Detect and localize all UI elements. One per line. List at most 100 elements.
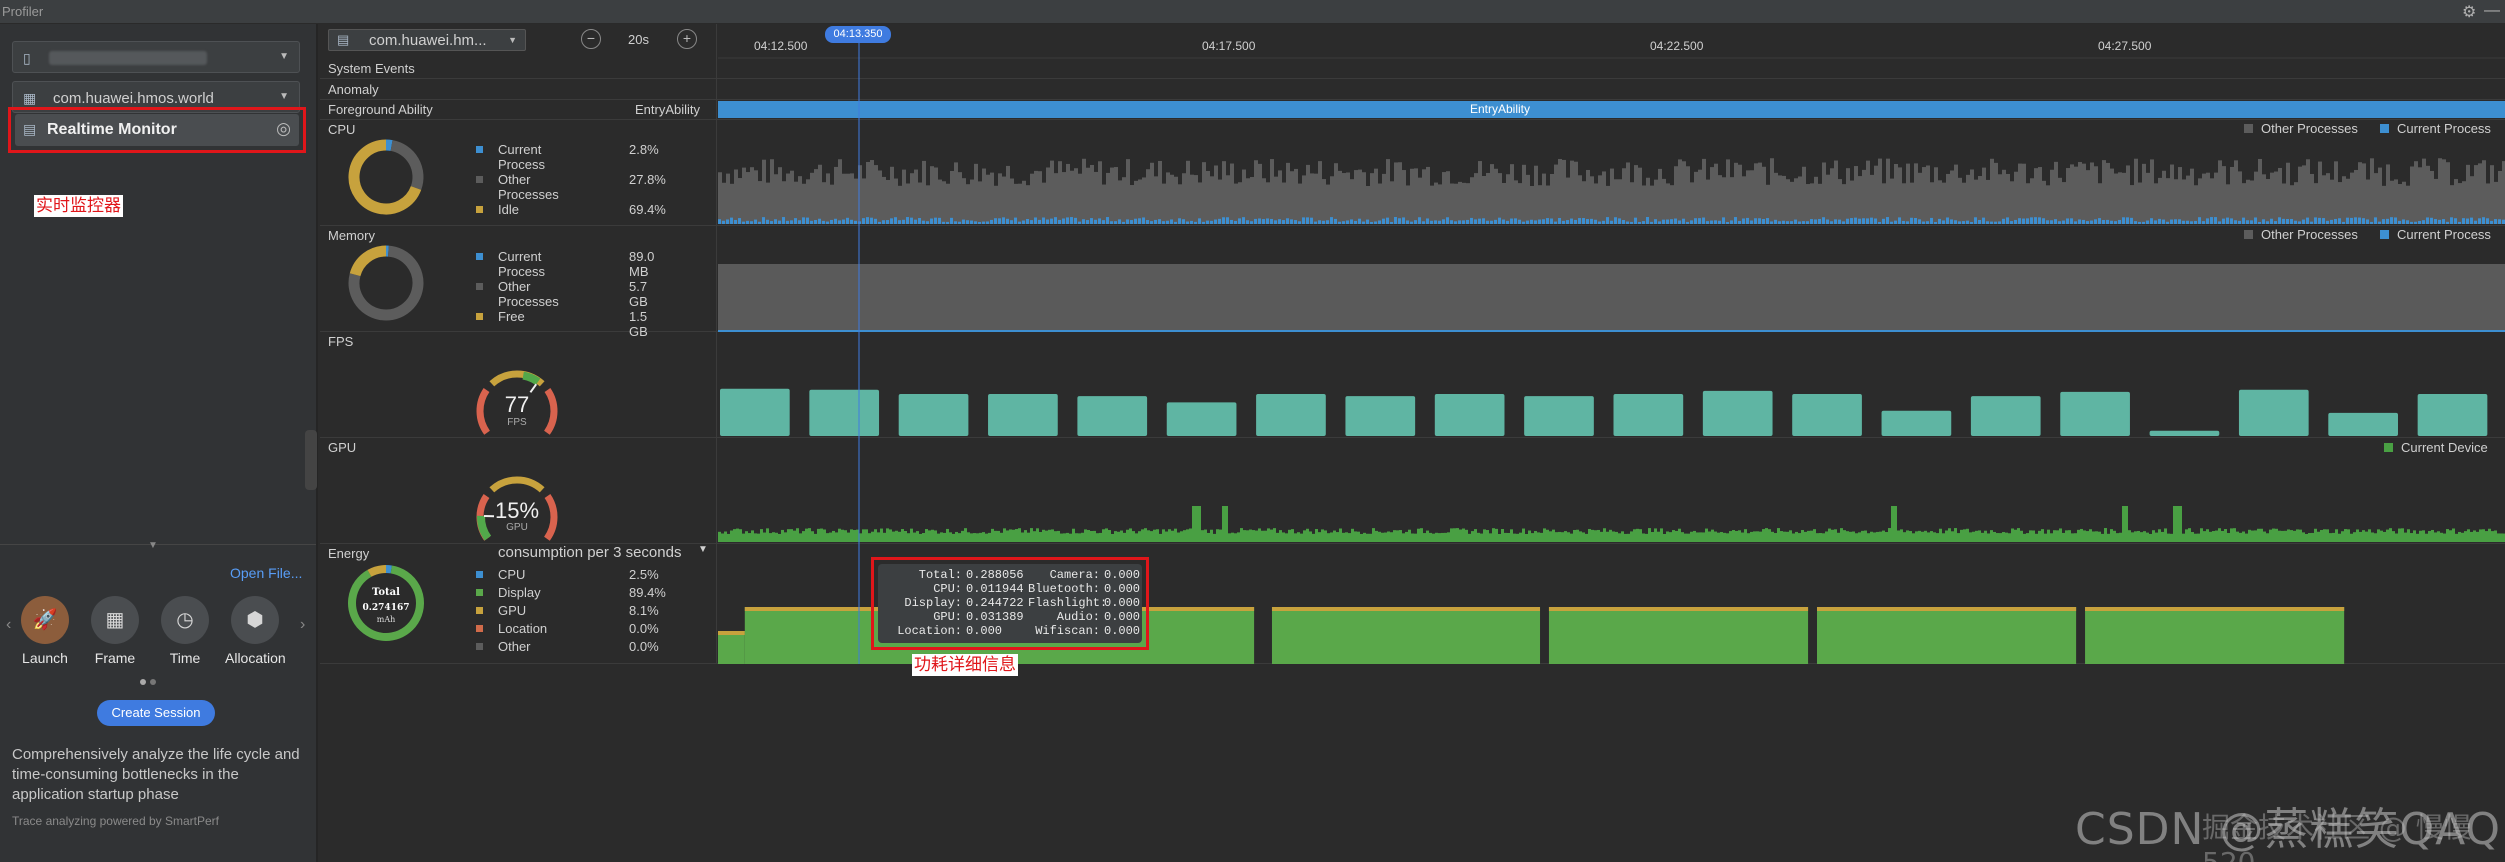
gpu-bar bbox=[1660, 528, 1663, 542]
cpu-bar bbox=[1190, 174, 1194, 224]
cpu-current-bar bbox=[2210, 217, 2213, 224]
cpu-current-bar bbox=[1550, 218, 1553, 224]
cpu-current-bar bbox=[1014, 217, 1017, 224]
cpu-current-bar bbox=[2078, 219, 2081, 224]
sidebar-resize-handle[interactable] bbox=[305, 430, 317, 490]
gpu-bar bbox=[1108, 530, 1111, 542]
cpu-current-bar bbox=[806, 217, 809, 224]
template-allocation[interactable]: ⬢ Allocation bbox=[225, 596, 286, 666]
template-time[interactable]: ◷ Time bbox=[155, 596, 215, 666]
gpu-bar bbox=[814, 533, 817, 542]
cpu-current-bar bbox=[1802, 221, 1805, 224]
cpu-bar bbox=[2310, 173, 2314, 224]
cpu-current-bar bbox=[2450, 217, 2453, 224]
gpu-bar bbox=[1942, 533, 1945, 542]
collapse-icon[interactable]: ▼ bbox=[148, 540, 158, 551]
cpu-current-bar bbox=[1790, 221, 1793, 224]
settings-icon[interactable]: ◎ bbox=[276, 119, 291, 139]
cpu-bar bbox=[1234, 183, 1238, 224]
cpu-current-bar bbox=[2010, 221, 2013, 224]
cpu-bar bbox=[1730, 177, 1734, 224]
gpu-bar bbox=[1285, 533, 1288, 542]
gpu-bar bbox=[1954, 528, 1957, 542]
gpu-bar bbox=[1426, 530, 1429, 542]
gpu-bar bbox=[1771, 531, 1774, 542]
cpu-current-bar bbox=[1362, 221, 1365, 224]
cpu-bar bbox=[2014, 171, 2018, 224]
template-frame[interactable]: ▦ Frame bbox=[85, 596, 145, 666]
cpu-current-bar bbox=[1166, 220, 1169, 224]
cpu-bar bbox=[1154, 176, 1158, 224]
gpu-bar bbox=[958, 533, 961, 542]
cpu-bar bbox=[1834, 160, 1838, 224]
cpu-current-bar bbox=[1358, 218, 1361, 224]
cpu-bar bbox=[758, 181, 762, 224]
open-file-link[interactable]: Open File... bbox=[230, 565, 302, 581]
cpu-bar bbox=[1110, 167, 1114, 224]
cpu-current-bar bbox=[2058, 221, 2061, 224]
gpu-bar bbox=[2254, 530, 2257, 542]
cpu-current-bar bbox=[2070, 218, 2073, 224]
gpu-bar bbox=[1579, 531, 1582, 542]
template-launch[interactable]: 🚀 Launch bbox=[15, 596, 75, 666]
cpu-current-bar bbox=[1954, 220, 1957, 224]
cpu-current-bar bbox=[1058, 219, 1061, 224]
gpu-bar bbox=[1474, 529, 1477, 542]
cpu-bar bbox=[770, 159, 774, 224]
gpu-bar bbox=[880, 528, 883, 542]
gpu-bar bbox=[2407, 529, 2410, 542]
cpu-bar bbox=[2458, 183, 2462, 224]
cpu-current-bar bbox=[1034, 217, 1037, 224]
gpu-bar bbox=[1414, 533, 1417, 542]
gpu-bar bbox=[1345, 532, 1348, 542]
device-select[interactable]: ▯ ▼ bbox=[12, 41, 300, 73]
gpu-bar bbox=[1816, 533, 1819, 542]
gpu-bar bbox=[2236, 531, 2239, 542]
cpu-current-bar bbox=[842, 219, 845, 224]
gpu-bar bbox=[2473, 530, 2476, 542]
cpu-current-bar bbox=[1698, 218, 1701, 224]
cpu-bar bbox=[918, 182, 922, 224]
cpu-bar bbox=[2194, 185, 2198, 224]
gpu-bar bbox=[1336, 532, 1339, 542]
create-session-button[interactable]: Create Session bbox=[97, 700, 215, 726]
cpu-current-bar bbox=[1742, 218, 1745, 224]
minimize-icon[interactable]: — bbox=[2484, 2, 2500, 20]
gpu-bar bbox=[1261, 530, 1264, 542]
cpu-current-bar bbox=[1570, 218, 1573, 224]
gpu-bar bbox=[2356, 529, 2359, 542]
realtime-monitor-item[interactable]: ▤ Realtime Monitor ◎ bbox=[15, 114, 299, 146]
gpu-bar bbox=[1306, 528, 1309, 542]
gpu-bar bbox=[1891, 506, 1894, 542]
cpu-bar bbox=[810, 172, 814, 224]
cpu-current-bar bbox=[2354, 217, 2357, 224]
gpu-bar bbox=[931, 529, 934, 542]
cpu-bar bbox=[1046, 167, 1050, 224]
next-arrow-icon[interactable]: › bbox=[300, 616, 305, 634]
cpu-current-bar bbox=[2106, 219, 2109, 224]
gpu-bar bbox=[2197, 533, 2200, 542]
gpu-bar bbox=[2380, 530, 2383, 542]
gpu-bar bbox=[1222, 506, 1225, 542]
cpu-current-bar bbox=[1002, 217, 1005, 224]
cpu-current-bar bbox=[1822, 217, 1825, 224]
cpu-current-bar bbox=[1178, 218, 1181, 224]
cpu-bar bbox=[878, 170, 882, 224]
cpu-bar bbox=[1214, 165, 1218, 224]
cpu-current-bar bbox=[1898, 217, 1901, 224]
gpu-bar bbox=[2437, 531, 2440, 542]
gear-icon[interactable]: ⚙ bbox=[2462, 2, 2476, 22]
cpu-current-bar bbox=[2310, 221, 2313, 224]
gpu-bar bbox=[1876, 531, 1879, 542]
gpu-bar bbox=[1420, 528, 1423, 542]
cpu-bar bbox=[1318, 161, 1322, 224]
gpu-bar bbox=[2149, 533, 2152, 542]
gpu-bar bbox=[2002, 532, 2005, 542]
gpu-bar bbox=[1915, 531, 1918, 542]
cpu-current-bar bbox=[954, 221, 957, 224]
cpu-current-bar bbox=[2470, 217, 2473, 224]
cpu-current-bar bbox=[1474, 219, 1477, 224]
gpu-bar bbox=[1240, 528, 1243, 542]
prev-arrow-icon[interactable]: ‹ bbox=[6, 616, 11, 634]
cursor-time-badge[interactable]: 04:13.350 bbox=[825, 26, 891, 43]
